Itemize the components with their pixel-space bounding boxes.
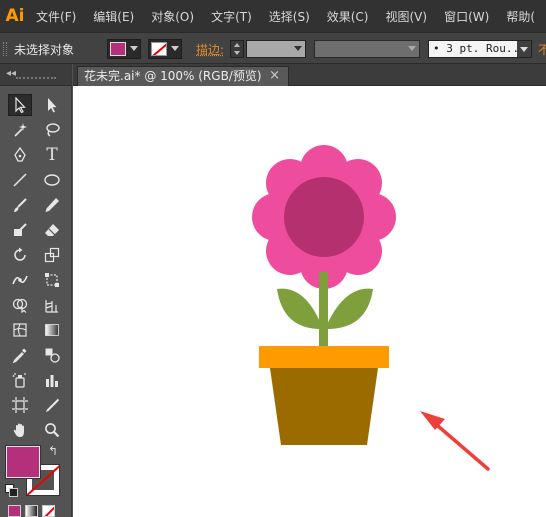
shape-builder-tool-icon[interactable] bbox=[8, 294, 32, 316]
pen-tool-icon[interactable] bbox=[8, 144, 32, 166]
menu-object[interactable]: 对象(O) bbox=[145, 8, 200, 25]
chevron-down-icon bbox=[171, 46, 179, 51]
paintbrush-tool-icon[interactable] bbox=[8, 194, 32, 216]
selection-tool-icon[interactable] bbox=[8, 94, 32, 116]
direct-selection-tool-icon[interactable] bbox=[40, 94, 64, 116]
document-tab-bar: 花未完.ai* @ 100% (RGB/预览) × bbox=[73, 64, 546, 86]
close-icon[interactable]: × bbox=[269, 67, 280, 85]
width-tool-icon[interactable] bbox=[8, 269, 32, 291]
app-logo[interactable]: Ai bbox=[0, 0, 30, 32]
gradient-tool-icon[interactable] bbox=[40, 319, 64, 341]
control-bar: 未选择对象 描边: • 3 pt. Rou.. 不 bbox=[0, 32, 546, 64]
hand-tool-icon[interactable] bbox=[8, 419, 32, 441]
left-leaf[interactable] bbox=[277, 288, 323, 330]
opacity-label[interactable]: 不 bbox=[538, 41, 546, 58]
fill-color-dropdown[interactable] bbox=[107, 39, 141, 59]
menu-help[interactable]: 帮助( bbox=[500, 8, 541, 25]
pot-body[interactable] bbox=[270, 368, 378, 445]
flower-pot-artwork bbox=[252, 145, 490, 471]
default-fill-stroke-icon[interactable] bbox=[5, 484, 18, 497]
selection-status: 未选择对象 bbox=[14, 43, 75, 57]
menu-effect[interactable]: 效果(C) bbox=[321, 8, 375, 25]
artboard-tool-icon[interactable] bbox=[8, 394, 32, 416]
stroke-weight-stepper[interactable] bbox=[230, 40, 244, 58]
menu-file[interactable]: 文件(F) bbox=[30, 8, 82, 25]
blend-tool-icon[interactable] bbox=[40, 344, 64, 366]
chevron-down-icon bbox=[130, 46, 138, 51]
stroke-none-swatch bbox=[151, 42, 167, 56]
menu-edit[interactable]: 编辑(E) bbox=[87, 8, 140, 25]
scale-tool-icon[interactable] bbox=[40, 244, 64, 266]
stroke-weight-input[interactable] bbox=[246, 40, 306, 58]
zoom-tool-icon[interactable] bbox=[40, 419, 64, 441]
rotate-tool-icon[interactable] bbox=[8, 244, 32, 266]
stroke-panel-link[interactable]: 描边: bbox=[196, 41, 224, 58]
chevron-down-icon bbox=[408, 46, 416, 51]
red-arrow-icon bbox=[420, 411, 490, 471]
document-tab-title: 花未完.ai* @ 100% (RGB/预览) bbox=[84, 69, 262, 83]
brush-definition-value: • 3 pt. Rou.. bbox=[433, 42, 520, 55]
menu-window[interactable]: 窗口(W) bbox=[438, 8, 495, 25]
type-tool-glyph: T bbox=[46, 144, 58, 165]
symbol-sprayer-tool-icon[interactable] bbox=[8, 369, 32, 391]
menu-select[interactable]: 选择(S) bbox=[263, 8, 316, 25]
menu-bar: Ai 文件(F) 编辑(E) 对象(O) 文字(T) 选择(S) 效果(C) 视… bbox=[0, 0, 546, 32]
eraser-tool-icon[interactable] bbox=[40, 219, 64, 241]
tools-panel: ◂◂ T ↰ bbox=[0, 64, 72, 517]
fill-color-box[interactable] bbox=[6, 446, 40, 478]
type-tool-icon[interactable]: T bbox=[40, 144, 64, 166]
variable-width-profile-dropdown[interactable] bbox=[314, 40, 420, 58]
brush-definition-dropdown[interactable]: • 3 pt. Rou.. bbox=[428, 40, 532, 58]
document-tab[interactable]: 花未完.ai* @ 100% (RGB/预览) × bbox=[77, 66, 289, 86]
right-leaf[interactable] bbox=[325, 288, 373, 330]
blob-brush-tool-icon[interactable] bbox=[8, 219, 32, 241]
stroke-color-dropdown[interactable] bbox=[148, 39, 182, 59]
perspective-grid-tool-icon[interactable] bbox=[40, 294, 64, 316]
ellipse-tool-icon[interactable] bbox=[40, 169, 64, 191]
chevron-down-icon bbox=[517, 41, 531, 57]
menu-type[interactable]: 文字(T) bbox=[205, 8, 258, 25]
flower-stem[interactable] bbox=[319, 272, 328, 350]
column-graph-tool-icon[interactable] bbox=[40, 369, 64, 391]
menu-view[interactable]: 视图(V) bbox=[380, 8, 434, 25]
menu-items: 文件(F) 编辑(E) 对象(O) 文字(T) 选择(S) 效果(C) 视图(V… bbox=[30, 0, 546, 32]
pot-rim[interactable] bbox=[259, 346, 389, 368]
fill-swatch bbox=[110, 42, 126, 56]
gradient-mode-icon[interactable] bbox=[25, 505, 38, 517]
artboard-canvas[interactable] bbox=[73, 86, 546, 517]
line-segment-tool-icon[interactable] bbox=[8, 169, 32, 191]
eyedropper-tool-icon[interactable] bbox=[8, 344, 32, 366]
pencil-tool-icon[interactable] bbox=[40, 194, 64, 216]
control-bar-grip-icon[interactable] bbox=[3, 42, 7, 56]
color-mode-row bbox=[8, 505, 55, 517]
swap-fill-stroke-icon[interactable]: ↰ bbox=[48, 444, 58, 458]
free-transform-tool-icon[interactable] bbox=[40, 269, 64, 291]
slice-tool-icon[interactable] bbox=[40, 394, 64, 416]
color-mode-icon[interactable] bbox=[8, 505, 21, 517]
collapse-icon[interactable]: ◂◂ bbox=[6, 68, 16, 79]
magic-wand-tool-icon[interactable] bbox=[8, 119, 32, 141]
chevron-down-icon bbox=[294, 46, 302, 51]
mesh-tool-icon[interactable] bbox=[8, 319, 32, 341]
panel-grip-icon[interactable] bbox=[16, 77, 56, 79]
tools-panel-header[interactable]: ◂◂ bbox=[0, 64, 71, 86]
lasso-tool-icon[interactable] bbox=[40, 119, 64, 141]
none-mode-icon[interactable] bbox=[42, 505, 55, 517]
flower-center[interactable] bbox=[284, 177, 364, 257]
